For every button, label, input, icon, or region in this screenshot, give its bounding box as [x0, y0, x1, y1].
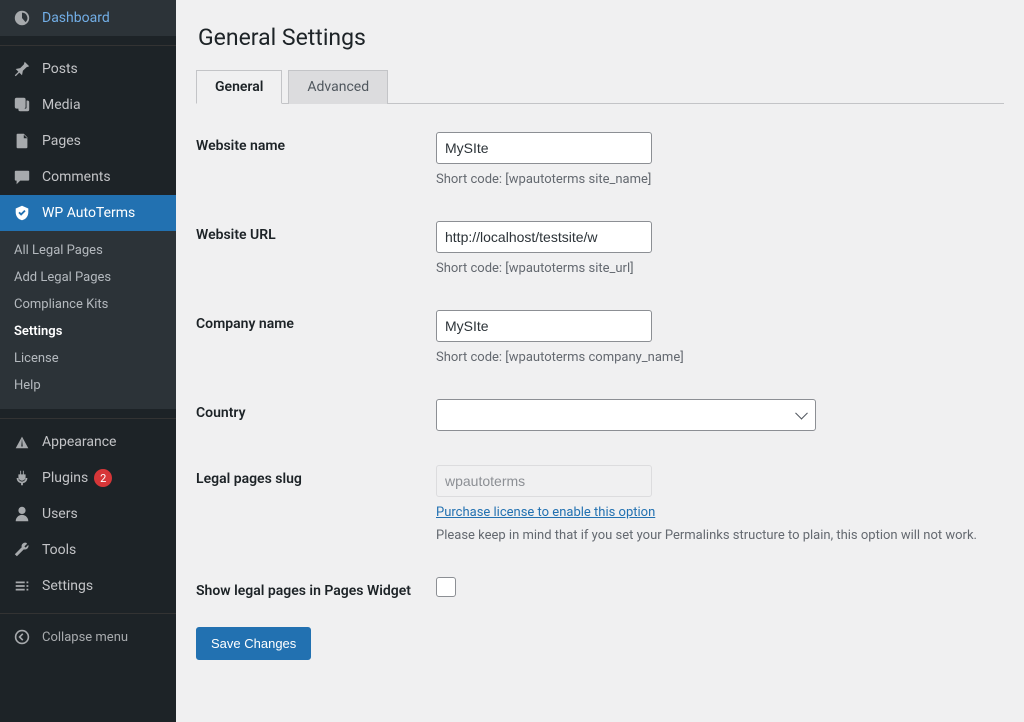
row-show-widget: Show legal pages in Pages Widget — [196, 561, 1004, 617]
sidebar-item-posts[interactable]: Posts — [0, 51, 176, 87]
collapse-icon — [12, 627, 32, 647]
sidebar-item-media[interactable]: Media — [0, 87, 176, 123]
tab-general[interactable]: General — [196, 70, 282, 104]
comments-icon — [12, 167, 32, 187]
admin-sidebar: Dashboard Posts Media Pages Comments WP … — [0, 0, 176, 722]
tab-advanced[interactable]: Advanced — [288, 70, 388, 104]
update-count-badge: 2 — [94, 469, 112, 487]
submenu-item-help[interactable]: Help — [0, 372, 176, 399]
sidebar-item-plugins[interactable]: Plugins 2 — [0, 460, 176, 496]
users-icon — [12, 504, 32, 524]
sidebar-item-dashboard[interactable]: Dashboard — [0, 0, 176, 36]
shortcode-website-name: Short code: [wpautoterms site_name] — [436, 172, 1004, 187]
submenu-item-license[interactable]: License — [0, 345, 176, 372]
sidebar-item-label: Posts — [42, 61, 78, 77]
input-company-name[interactable] — [436, 310, 652, 342]
media-icon — [12, 95, 32, 115]
appearance-icon — [12, 432, 32, 452]
row-website-url: Website URL Short code: [wpautoterms sit… — [196, 205, 1004, 294]
sidebar-item-comments[interactable]: Comments — [0, 159, 176, 195]
input-legal-slug — [436, 465, 652, 497]
plugin-icon — [12, 468, 32, 488]
page-title: General Settings — [198, 24, 1004, 51]
sidebar-item-tools[interactable]: Tools — [0, 532, 176, 568]
purchase-license-link[interactable]: Purchase license to enable this option — [436, 505, 655, 520]
sidebar-item-label: Settings — [42, 578, 93, 594]
sidebar-separator — [0, 414, 176, 419]
pages-icon — [12, 131, 32, 151]
select-country-wrap — [436, 399, 816, 431]
input-website-url[interactable] — [436, 221, 652, 253]
sidebar-item-label: Appearance — [42, 434, 116, 450]
legal-slug-help: Please keep in mind that if you set your… — [436, 528, 1004, 543]
sidebar-item-label: Pages — [42, 133, 81, 149]
row-country: Country — [196, 383, 1004, 449]
sidebar-separator — [0, 41, 176, 46]
label-company-name: Company name — [196, 310, 436, 365]
sidebar-separator — [0, 609, 176, 614]
shortcode-website-url: Short code: [wpautoterms site_url] — [436, 261, 1004, 276]
main-content: General Settings General Advanced Websit… — [176, 0, 1024, 722]
sidebar-item-label: WP AutoTerms — [42, 205, 135, 221]
sidebar-item-pages[interactable]: Pages — [0, 123, 176, 159]
sidebar-item-settings[interactable]: Settings — [0, 568, 176, 604]
settings-tabs: General Advanced — [196, 69, 1004, 104]
select-country[interactable] — [436, 399, 816, 431]
sidebar-item-label: Dashboard — [42, 10, 110, 26]
submenu-item-add-legal-pages[interactable]: Add Legal Pages — [0, 264, 176, 291]
sidebar-item-label: Media — [42, 97, 81, 113]
sidebar-item-label: Tools — [42, 542, 76, 558]
shield-icon — [12, 203, 32, 223]
label-country: Country — [196, 399, 436, 431]
collapse-menu-label: Collapse menu — [42, 630, 128, 645]
sidebar-item-appearance[interactable]: Appearance — [0, 424, 176, 460]
input-website-name[interactable] — [436, 132, 652, 164]
checkbox-show-widget[interactable] — [436, 577, 456, 597]
tools-icon — [12, 540, 32, 560]
submenu-item-settings[interactable]: Settings — [0, 318, 176, 345]
save-changes-button[interactable]: Save Changes — [196, 627, 311, 660]
label-website-name: Website name — [196, 132, 436, 187]
row-legal-slug: Legal pages slug Purchase license to ena… — [196, 449, 1004, 561]
submenu-item-all-legal-pages[interactable]: All Legal Pages — [0, 237, 176, 264]
submenu-wp-autoterms: All Legal Pages Add Legal Pages Complian… — [0, 231, 176, 409]
submenu-item-compliance-kits[interactable]: Compliance Kits — [0, 291, 176, 318]
dashboard-icon — [12, 8, 32, 28]
pin-icon — [12, 59, 32, 79]
settings-form: Website name Short code: [wpautoterms si… — [196, 116, 1004, 660]
label-show-widget: Show legal pages in Pages Widget — [196, 577, 436, 599]
sidebar-item-users[interactable]: Users — [0, 496, 176, 532]
row-company-name: Company name Short code: [wpautoterms co… — [196, 294, 1004, 383]
settings-icon — [12, 576, 32, 596]
row-website-name: Website name Short code: [wpautoterms si… — [196, 116, 1004, 205]
label-website-url: Website URL — [196, 221, 436, 276]
collapse-menu-button[interactable]: Collapse menu — [0, 619, 176, 655]
sidebar-item-label: Comments — [42, 169, 111, 185]
sidebar-item-wp-autoterms[interactable]: WP AutoTerms — [0, 195, 176, 231]
sidebar-item-label: Users — [42, 506, 78, 522]
label-legal-slug: Legal pages slug — [196, 465, 436, 543]
sidebar-item-label: Plugins — [42, 470, 88, 486]
shortcode-company-name: Short code: [wpautoterms company_name] — [436, 350, 1004, 365]
submit-row: Save Changes — [196, 627, 1004, 660]
